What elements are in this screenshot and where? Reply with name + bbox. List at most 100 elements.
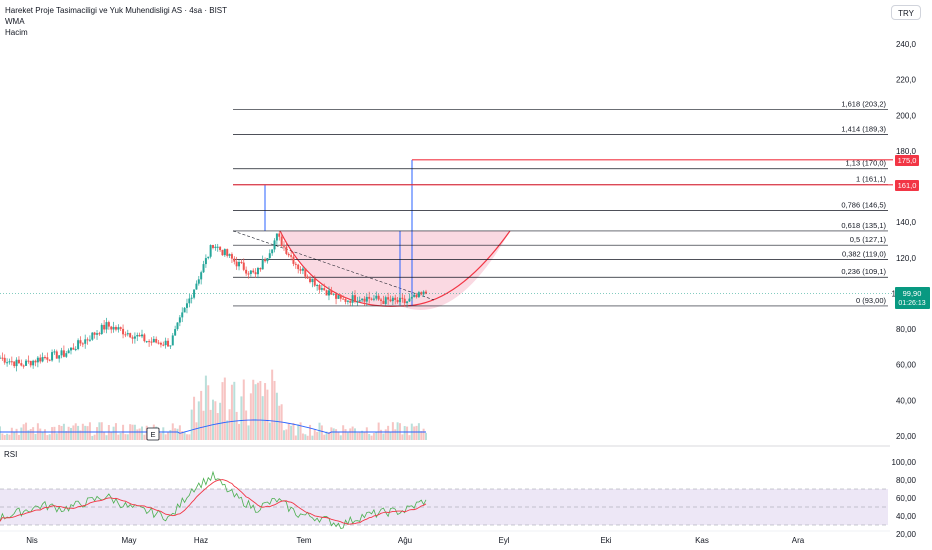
candle-body [185, 303, 188, 308]
volume-bar [297, 424, 300, 440]
candle-body [356, 301, 359, 303]
rsi-tick-label: 40,00 [896, 512, 917, 521]
volume-bar [363, 432, 366, 440]
rsi-indicator-label[interactable]: RSI [4, 450, 17, 459]
candle-body [375, 295, 378, 299]
volume-bar [354, 428, 356, 440]
candle-body [325, 290, 328, 296]
volume-bar [313, 429, 316, 440]
volume-bar [384, 429, 387, 440]
volume-bar [368, 434, 371, 440]
volume-bar [126, 434, 129, 440]
candle-body [197, 279, 200, 284]
candle-body [148, 341, 151, 343]
volume-bar [188, 434, 191, 440]
candle-body [162, 344, 165, 346]
volume-bar [117, 434, 120, 440]
candle-body [287, 253, 290, 256]
candle-body [228, 254, 231, 256]
indicator-volume-label[interactable]: Hacim [5, 28, 28, 38]
candle-body [294, 263, 297, 265]
candle-body [117, 327, 120, 330]
volume-bar [413, 426, 416, 440]
price-tick-label: 80,00 [896, 325, 917, 334]
time-tick-label: Tem [296, 536, 311, 545]
target-2-tag: 161,0 [895, 180, 919, 191]
candle-body [86, 339, 89, 341]
chart-canvas[interactable]: 1,618 (203,2)1,414 (189,3)1,13 (170,0)1 … [0, 0, 932, 550]
rsi-tick-label: 60,00 [896, 494, 917, 503]
volume-bar [264, 383, 267, 440]
volume-bar [271, 369, 274, 440]
volume-bar [169, 429, 172, 440]
volume-bar [174, 428, 177, 440]
volume-bar [77, 425, 80, 440]
candle-body [242, 262, 245, 270]
candle-body [98, 333, 101, 335]
candle-body [27, 360, 30, 362]
symbol-title[interactable]: Hareket Proje Tasimaciligi ve Yuk Muhend… [5, 6, 227, 16]
candle-body [100, 324, 103, 335]
volume-bar [403, 426, 406, 440]
earnings-marker[interactable]: E [146, 427, 160, 441]
candle-body [370, 298, 373, 300]
volume-bar [394, 429, 397, 440]
target-1-tag: 175,0 [895, 155, 919, 166]
candle-body [8, 361, 11, 363]
candle-body [93, 332, 96, 335]
candle-body [181, 312, 184, 318]
volume-bar [98, 422, 101, 440]
volume-bar [375, 432, 378, 440]
candle-body [119, 327, 122, 329]
candle-body [342, 298, 345, 300]
currency-button[interactable]: TRY [891, 5, 921, 20]
rsi-axis[interactable]: 20,00 40,00 60,00 80,00 100,00 [892, 458, 917, 539]
volume-bar [306, 435, 309, 440]
volume-bar [415, 425, 418, 440]
candle-body [365, 296, 368, 302]
candle-body [422, 291, 425, 295]
candle-body [337, 295, 340, 299]
candle-body [313, 278, 316, 286]
candle-body [389, 299, 392, 302]
volume-bar [365, 427, 368, 440]
indicator-wma-label[interactable]: WMA [5, 17, 25, 27]
candle-body [36, 357, 39, 363]
candle-body [67, 350, 70, 354]
price-tick-label: 20,00 [896, 432, 917, 441]
volume-bar [221, 382, 224, 440]
candle-body [252, 270, 255, 273]
volume-bar [185, 434, 188, 440]
candle-body [384, 297, 387, 304]
candle-body [51, 352, 54, 361]
candle-body [285, 246, 288, 254]
volume-bar [346, 432, 349, 440]
time-tick-label: Ara [792, 536, 805, 545]
cup-handle-pattern[interactable] [232, 159, 511, 310]
candle-body [261, 259, 264, 270]
volume-bar [162, 427, 165, 440]
time-tick-label: Ağu [398, 536, 412, 545]
volume-bar [86, 426, 89, 440]
volume-bar [408, 435, 411, 440]
time-tick-label: Haz [194, 536, 208, 545]
candle-body [79, 340, 82, 344]
candle-body [368, 296, 371, 299]
time-axis[interactable]: Nis May Haz Tem Ağu Eyl Eki Kas Ara [26, 536, 805, 545]
candle-body [84, 339, 87, 344]
volume-bar [200, 390, 203, 440]
current-price: 99,90 [903, 289, 922, 298]
candle-body [380, 299, 383, 301]
volume-bar [238, 423, 241, 440]
volume-bar [358, 432, 361, 440]
candle-body [3, 357, 6, 363]
price-axis[interactable]: 20,0040,0060,0080,00100,00120,0140,0160,… [892, 40, 917, 441]
candle-body [188, 298, 191, 304]
volume-bar [20, 427, 23, 440]
candle-body [413, 294, 416, 297]
volume-bar [10, 427, 13, 440]
candle-body [316, 285, 319, 287]
candle-body [266, 257, 269, 262]
volume-bar [283, 430, 285, 440]
candle-body [34, 360, 37, 363]
